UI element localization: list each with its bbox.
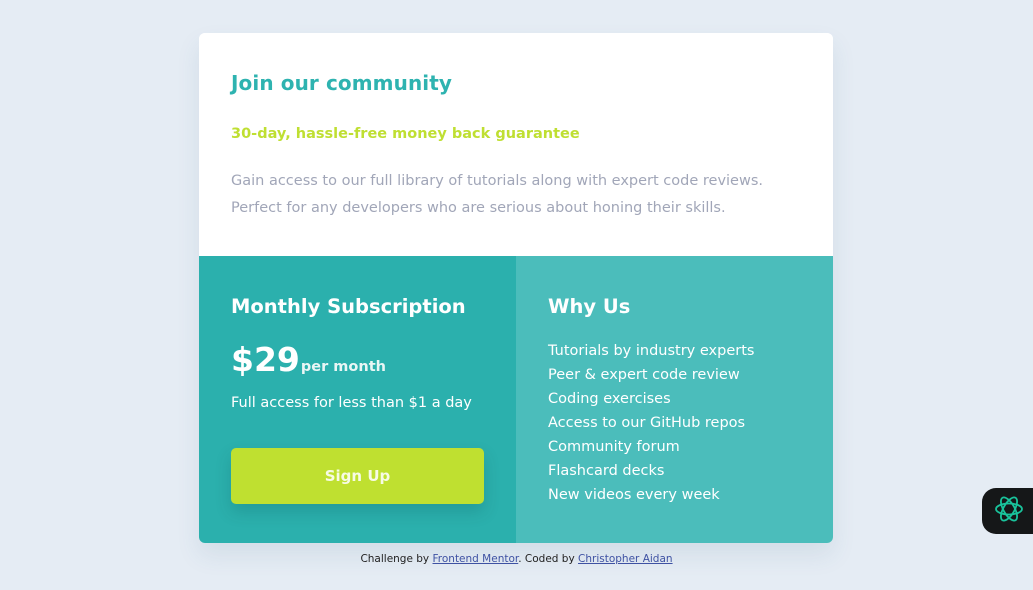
author-link[interactable]: Christopher Aidan	[578, 553, 673, 565]
price-row: $29 per month	[231, 340, 386, 379]
list-item: Coding exercises	[548, 391, 671, 407]
price-period: per month	[300, 359, 386, 375]
subscription-note: Full access for less than $1 a day	[231, 395, 472, 411]
why-us-section: Why Us Tutorials by industry experts Pee…	[516, 256, 833, 543]
pricing-card: Join our community 30-day, hassle-free m…	[199, 33, 833, 543]
community-description: Gain access to our full library of tutor…	[231, 173, 764, 216]
subscription-section: Monthly Subscription $29 per month Full …	[199, 256, 516, 543]
attribution: Challenge by Frontend Mentor. Coded by C…	[0, 553, 1033, 565]
frontend-mentor-link[interactable]: Frontend Mentor	[433, 553, 519, 565]
list-item: Peer & expert code review	[548, 367, 740, 383]
guarantee-text: 30-day, hassle-free money back guarantee	[231, 126, 580, 142]
attribution-prefix: Challenge by	[360, 553, 430, 565]
sign-up-button[interactable]: Sign Up	[231, 448, 484, 504]
list-item: Flashcard decks	[548, 463, 665, 479]
price-amount: $29	[231, 340, 300, 379]
list-item: Community forum	[548, 439, 680, 455]
assistant-widget-button[interactable]	[982, 488, 1033, 534]
list-item: Tutorials by industry experts	[548, 343, 755, 359]
list-item: Access to our GitHub repos	[548, 415, 746, 431]
list-item: New videos every week	[548, 487, 720, 503]
subscription-title: Monthly Subscription	[231, 295, 466, 318]
community-title: Join our community	[231, 71, 453, 95]
why-us-list: Tutorials by industry experts Peer & exp…	[548, 339, 754, 507]
assistant-flower-icon	[993, 493, 1025, 529]
community-section: Join our community 30-day, hassle-free m…	[199, 33, 833, 256]
attribution-middle: . Coded by	[518, 553, 575, 565]
why-us-title: Why Us	[548, 295, 631, 318]
